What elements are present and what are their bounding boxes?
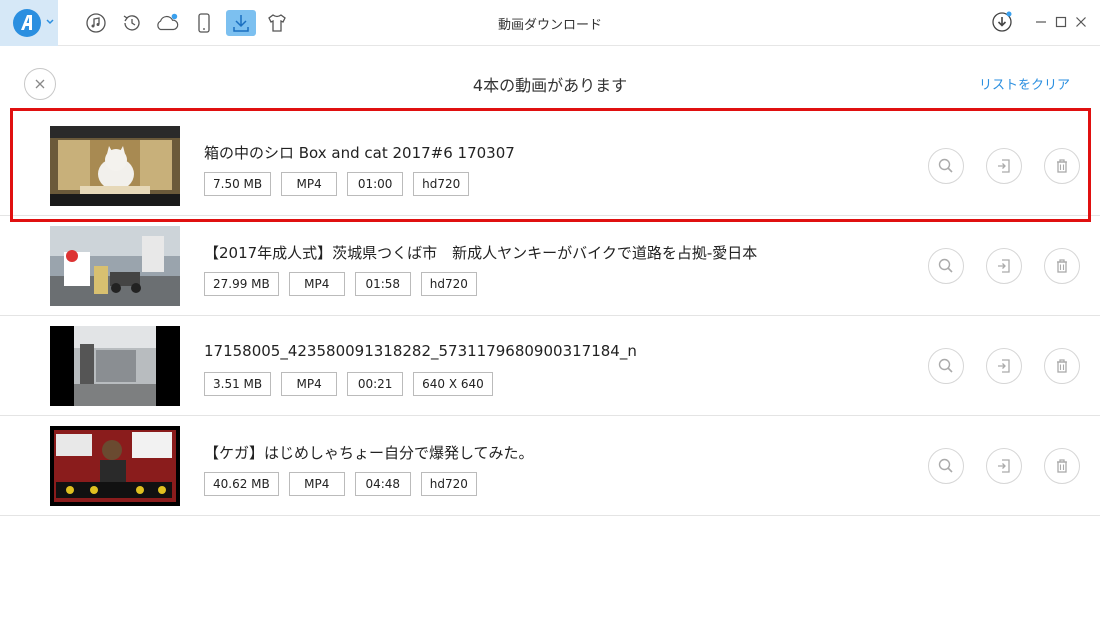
video-meta: 7.50 MB MP4 01:00 hd720 — [204, 172, 470, 196]
delete-button[interactable] — [1044, 448, 1080, 484]
video-row: 箱の中のシロ Box and cat 2017#6 170307 7.50 MB… — [0, 116, 1100, 216]
video-title: 箱の中のシロ Box and cat 2017#6 170307 — [204, 144, 515, 162]
search-button[interactable] — [928, 348, 964, 384]
export-button[interactable] — [986, 248, 1022, 284]
file-size-badge: 27.99 MB — [204, 272, 279, 296]
maximize-icon[interactable] — [1052, 13, 1070, 31]
duration-badge: 00:21 — [347, 372, 404, 396]
video-title: 【ケガ】はじめしゃちょー自分で爆発してみた。 — [204, 444, 534, 462]
format-badge: MP4 — [288, 272, 345, 296]
search-icon — [938, 158, 953, 173]
video-title: 【2017年成人式】茨城県つくば市 新成人ヤンキーがバイクで道路を占拠-愛日本 — [204, 244, 758, 262]
export-button[interactable] — [986, 348, 1022, 384]
format-badge: MP4 — [281, 372, 338, 396]
export-button[interactable] — [986, 448, 1022, 484]
video-thumbnail[interactable] — [50, 426, 180, 506]
quality-badge: hd720 — [420, 472, 477, 496]
video-title: 17158005_423580091318282_573117968090031… — [204, 342, 637, 360]
export-icon — [998, 359, 1010, 373]
file-size-badge: 40.62 MB — [204, 472, 279, 496]
minimize-icon[interactable] — [1032, 13, 1050, 31]
delete-button[interactable] — [1044, 248, 1080, 284]
trash-icon — [1057, 459, 1067, 473]
quality-badge: hd720 — [413, 172, 470, 196]
quality-badge: hd720 — [420, 272, 477, 296]
export-icon — [998, 459, 1010, 473]
video-row: 【2017年成人式】茨城県つくば市 新成人ヤンキーがバイクで道路を占拠-愛日本 … — [0, 216, 1100, 316]
file-size-badge: 7.50 MB — [204, 172, 272, 196]
format-badge: MP4 — [288, 472, 345, 496]
trash-icon — [1057, 159, 1067, 173]
search-button[interactable] — [928, 448, 964, 484]
video-meta: 27.99 MB MP4 01:58 hd720 — [204, 272, 477, 296]
title-bar: 動画ダウンロード — [0, 0, 1100, 46]
format-badge: MP4 — [281, 172, 338, 196]
row-actions — [928, 148, 1080, 184]
trash-icon — [1057, 259, 1067, 273]
delete-button[interactable] — [1044, 348, 1080, 384]
search-icon — [938, 358, 953, 373]
quality-badge: 640 X 640 — [413, 372, 493, 396]
duration-badge: 04:48 — [354, 472, 411, 496]
clear-list-link[interactable]: リストをクリア — [979, 74, 1070, 93]
video-meta: 3.51 MB MP4 00:21 640 X 640 — [204, 372, 493, 396]
close-window-icon[interactable] — [1072, 13, 1090, 31]
list-header: 4本の動画があります リストをクリア — [0, 46, 1100, 116]
search-button[interactable] — [928, 248, 964, 284]
video-thumbnail[interactable] — [50, 226, 180, 306]
download-status-icon[interactable] — [991, 11, 1013, 33]
search-button[interactable] — [928, 148, 964, 184]
file-size-badge: 3.51 MB — [204, 372, 272, 396]
video-row: 17158005_423580091318282_573117968090031… — [0, 316, 1100, 416]
video-row: 【ケガ】はじめしゃちょー自分で爆発してみた。 40.62 MB MP4 04:4… — [0, 416, 1100, 516]
search-icon — [938, 258, 953, 273]
duration-badge: 01:00 — [347, 172, 404, 196]
video-meta: 40.62 MB MP4 04:48 hd720 — [204, 472, 477, 496]
trash-icon — [1057, 359, 1067, 373]
export-icon — [998, 159, 1010, 173]
row-actions — [928, 248, 1080, 284]
duration-badge: 01:58 — [354, 272, 411, 296]
video-thumbnail[interactable] — [50, 126, 180, 206]
delete-button[interactable] — [1044, 148, 1080, 184]
row-actions — [928, 348, 1080, 384]
video-thumbnail[interactable] — [50, 326, 180, 406]
page-title: 4本の動画があります — [472, 76, 628, 95]
window-title: 動画ダウンロード — [497, 18, 602, 33]
export-icon — [998, 259, 1010, 273]
export-button[interactable] — [986, 148, 1022, 184]
row-actions — [928, 448, 1080, 484]
search-icon — [938, 458, 953, 473]
